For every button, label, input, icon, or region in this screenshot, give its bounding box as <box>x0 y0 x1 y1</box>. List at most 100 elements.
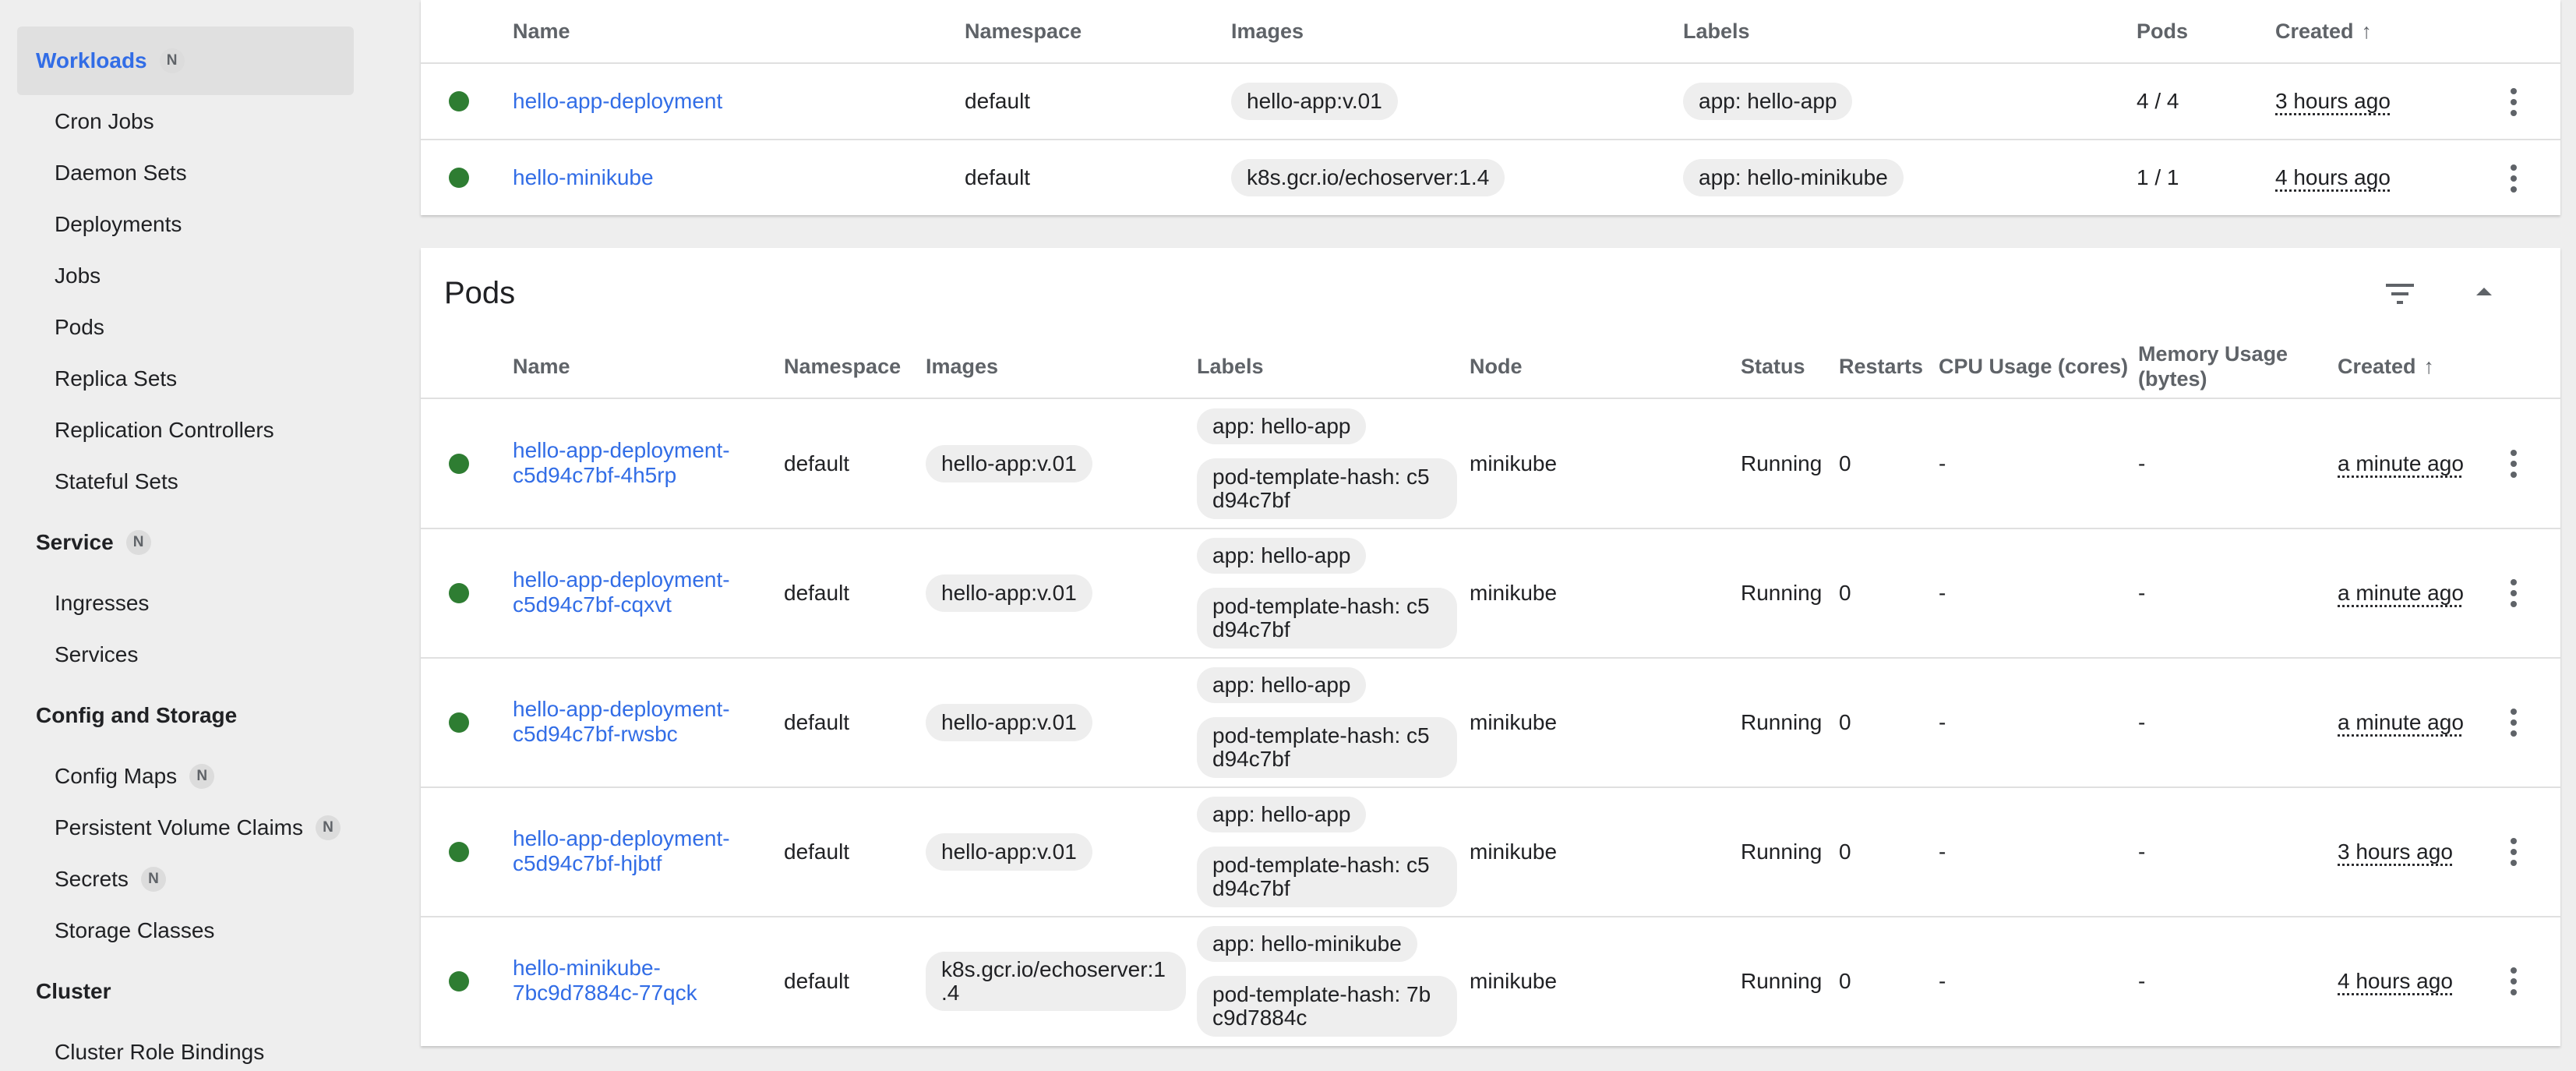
chip-text: hello-app:v.01 <box>941 451 1077 475</box>
column-header-node[interactable]: Node <box>1470 354 1523 379</box>
sidebar-item-deployments[interactable]: Deployments <box>55 199 182 250</box>
sidebar-item-cron-jobs[interactable]: Cron Jobs <box>55 96 154 147</box>
status-running-icon <box>449 712 469 733</box>
pod-name-line: hello-app-deployment- <box>513 826 730 850</box>
chip-text: pod-template-hash: c5 <box>1212 594 1430 618</box>
namespaced-badge: N <box>316 815 341 840</box>
sidebar-item-replica-sets[interactable]: Replica Sets <box>55 353 177 405</box>
column-header-label: Created <box>2338 355 2416 378</box>
more-actions-icon[interactable] <box>2502 83 2525 122</box>
sidebar-item-label: Storage Classes <box>55 918 215 942</box>
pod-node: minikube <box>1470 710 1558 734</box>
chip-text: k8s.gcr.io/echoserver:1 <box>941 957 1166 981</box>
pod-namespace: default <box>784 451 850 475</box>
sidebar-item-services[interactable]: Services <box>55 629 138 680</box>
chip-text: hello-app:v.01 <box>941 710 1077 734</box>
more-actions-icon[interactable] <box>2502 962 2525 1001</box>
chip-text: pod-template-hash: c5 <box>1212 465 1430 489</box>
pod-status: Running <box>1741 969 1823 993</box>
image-chip: hello-app:v.01 <box>926 833 1092 871</box>
sidebar-section-config-storage[interactable]: Config and Storage <box>17 681 354 750</box>
status-running-icon <box>449 842 469 862</box>
pod-restarts: 0 <box>1839 581 1851 605</box>
deployment-name-link[interactable]: hello-minikube <box>513 165 654 190</box>
column-header-label: (bytes) <box>2138 367 2207 391</box>
sidebar-section-service[interactable]: Service N <box>17 508 354 577</box>
sidebar-section-cluster[interactable]: Cluster <box>17 957 354 1026</box>
row-divider <box>421 916 2560 917</box>
pod-created: a minute ago <box>2338 451 2464 475</box>
deployment-namespace: default <box>965 89 1031 113</box>
more-actions-icon[interactable] <box>2502 159 2525 198</box>
namespaced-badge: N <box>159 48 185 73</box>
deployments-card: Name Namespace Images Labels Pods Create… <box>421 0 2560 215</box>
pod-cpu-usage: - <box>1939 710 1946 734</box>
row-divider <box>421 786 2560 788</box>
column-header-namespace[interactable]: Namespace <box>784 354 901 379</box>
deployment-pods-count: 1 / 1 <box>2137 165 2179 189</box>
column-header-label: Created <box>2275 19 2354 43</box>
pod-created: 3 hours ago <box>2338 839 2453 864</box>
sidebar-item-cluster-role-bindings[interactable]: Cluster Role Bindings <box>55 1027 264 1071</box>
column-header-status[interactable]: Status <box>1741 354 1805 379</box>
column-header-name[interactable]: Name <box>513 354 570 379</box>
row-divider <box>421 528 2560 529</box>
pod-name-link[interactable]: hello-app-deployment- c5d94c7bf-rwsbc <box>513 697 730 747</box>
column-header-name[interactable]: Name <box>513 19 570 44</box>
pod-memory-usage: - <box>2138 710 2146 734</box>
sidebar-item-stateful-sets[interactable]: Stateful Sets <box>55 456 178 507</box>
pod-cpu-usage: - <box>1939 839 1946 864</box>
pod-node: minikube <box>1470 839 1558 864</box>
column-header-labels: Labels <box>1197 355 1264 378</box>
pod-name-link[interactable]: hello-app-deployment- c5d94c7bf-hjbtf <box>513 826 730 876</box>
pod-name-link[interactable]: hello-app-deployment- c5d94c7bf-cqxvt <box>513 567 730 617</box>
label-chip: app: hello-app <box>1197 538 1367 574</box>
sidebar-section-label: Cluster <box>36 979 111 1003</box>
pod-name-link[interactable]: hello-app-deployment- c5d94c7bf-4h5rp <box>513 438 730 488</box>
sidebar-item-config-maps[interactable]: Config Maps N <box>55 751 215 802</box>
chip-text: .4 <box>941 981 960 1005</box>
pod-cpu-usage: - <box>1939 451 1946 475</box>
more-actions-icon[interactable] <box>2502 703 2525 742</box>
chip-text: d94c7bf <box>1212 488 1290 512</box>
row-divider <box>421 657 2560 659</box>
more-actions-icon[interactable] <box>2502 444 2525 483</box>
chip-text: pod-template-hash: c5 <box>1212 853 1430 877</box>
pod-memory-usage: - <box>2138 581 2146 605</box>
chip-text: pod-template-hash: c5 <box>1212 723 1430 748</box>
column-header-created[interactable]: Created ↑ <box>2275 19 2372 44</box>
sidebar-item-replication-controllers[interactable]: Replication Controllers <box>55 405 274 456</box>
sidebar-item-storage-classes[interactable]: Storage Classes <box>55 905 214 956</box>
pod-restarts: 0 <box>1839 839 1851 864</box>
pod-status: Running <box>1741 839 1823 864</box>
collapse-icon[interactable] <box>2473 284 2495 299</box>
column-header-namespace[interactable]: Namespace <box>965 19 1082 44</box>
namespaced-badge: N <box>140 867 166 892</box>
image-chip: k8s.gcr.io/echoserver:1 .4 <box>926 952 1186 1011</box>
sidebar-item-daemon-sets[interactable]: Daemon Sets <box>55 147 187 199</box>
deployment-namespace: default <box>965 165 1031 189</box>
sidebar-item-jobs[interactable]: Jobs <box>55 250 101 302</box>
pod-name-line: 7bc9d7884c-77qck <box>513 981 697 1005</box>
column-header-created[interactable]: Created ↑ <box>2338 354 2434 379</box>
sidebar: Workloads N Cron Jobs Daemon Sets Deploy… <box>0 0 372 1071</box>
label-chip: pod-template-hash: c5 d94c7bf <box>1197 847 1457 907</box>
sidebar-item-secrets[interactable]: Secrets N <box>55 854 166 905</box>
pod-cpu-usage: - <box>1939 581 1946 605</box>
pod-name-link[interactable]: hello-minikube- 7bc9d7884c-77qck <box>513 956 697 1006</box>
deployment-name-link[interactable]: hello-app-deployment <box>513 89 722 114</box>
pod-name-line: c5d94c7bf-rwsbc <box>513 722 678 746</box>
filter-icon[interactable] <box>2384 281 2415 307</box>
pod-status: Running <box>1741 710 1823 734</box>
sidebar-item-persistent-volume-claims[interactable]: Persistent Volume Claims N <box>55 802 341 854</box>
more-actions-icon[interactable] <box>2502 574 2525 613</box>
header-divider <box>421 398 2560 399</box>
pods-card: Pods Name Namespace Images Labels Node S… <box>421 248 2560 1046</box>
sidebar-item-pods[interactable]: Pods <box>55 302 104 353</box>
sidebar-section-workloads[interactable]: Workloads N <box>17 27 354 95</box>
sidebar-item-label: Secrets <box>55 867 129 891</box>
sidebar-item-ingresses[interactable]: Ingresses <box>55 578 149 629</box>
label-chip: app: hello-app <box>1197 797 1367 832</box>
more-actions-icon[interactable] <box>2502 832 2525 871</box>
sidebar-item-label: Persistent Volume Claims <box>55 815 304 839</box>
